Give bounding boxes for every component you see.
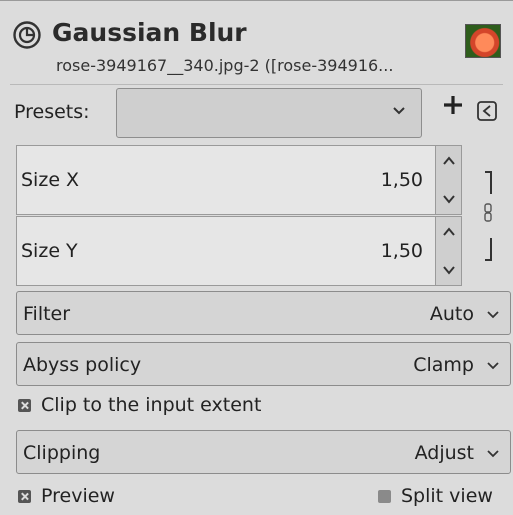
size-y-stepper[interactable]	[436, 216, 462, 286]
checkbox-icon[interactable]	[18, 489, 31, 503]
clipping-label: Clipping	[23, 442, 101, 464]
size-x-spinner[interactable]: Size X 1,50	[16, 145, 436, 215]
clipping-value: Adjust	[414, 442, 474, 464]
header-separator	[10, 84, 503, 85]
presets-combo[interactable]	[116, 88, 422, 138]
clipping-combo[interactable]: Clipping Adjust	[16, 430, 511, 474]
abyss-policy-value: Clamp	[413, 354, 474, 376]
size-x-stepper[interactable]	[436, 145, 462, 215]
chevron-down-icon	[487, 311, 499, 319]
size-y-spinner[interactable]: Size Y 1,50	[16, 216, 436, 286]
arrow-up-icon[interactable]	[442, 225, 456, 239]
menu-icon[interactable]	[476, 100, 498, 122]
split-view-label: Split view	[401, 485, 493, 507]
arrow-down-icon[interactable]	[442, 263, 456, 277]
add-preset-button[interactable]	[441, 93, 465, 122]
chevron-down-icon	[393, 107, 405, 115]
clip-extent-label: Clip to the input extent	[41, 394, 262, 416]
filter-value: Auto	[429, 303, 474, 325]
presets-label: Presets:	[14, 101, 90, 123]
size-x-label: Size X	[21, 169, 80, 191]
image-name: rose-3949167__340.jpg-2 ([rose-394916...	[56, 56, 394, 75]
filter-combo[interactable]: Filter Auto	[16, 291, 511, 335]
size-x-value[interactable]: 1,50	[381, 169, 423, 191]
checkbox-icon[interactable]	[378, 489, 391, 503]
image-thumbnail	[465, 24, 501, 58]
size-y-label: Size Y	[21, 240, 78, 262]
dialog-title: Gaussian Blur	[52, 18, 247, 47]
plus-icon	[444, 96, 462, 114]
split-view-checkbox[interactable]: Split view	[378, 485, 493, 507]
size-y-value[interactable]: 1,50	[381, 240, 423, 262]
chevron-down-icon	[487, 362, 499, 370]
arrow-up-icon[interactable]	[442, 154, 456, 168]
top-border	[0, 0, 513, 1]
filter-label: Filter	[23, 303, 71, 325]
arrow-down-icon[interactable]	[442, 192, 456, 206]
preview-label: Preview	[41, 485, 115, 507]
preview-checkbox[interactable]: Preview	[18, 485, 115, 507]
gegl-icon	[13, 21, 41, 49]
abyss-policy-combo[interactable]: Abyss policy Clamp	[16, 342, 511, 386]
chain-link-icon[interactable]	[476, 160, 500, 270]
checkbox-icon[interactable]	[18, 398, 31, 412]
abyss-policy-label: Abyss policy	[23, 354, 142, 376]
chevron-down-icon	[487, 450, 499, 458]
clip-extent-checkbox[interactable]: Clip to the input extent	[18, 394, 261, 416]
